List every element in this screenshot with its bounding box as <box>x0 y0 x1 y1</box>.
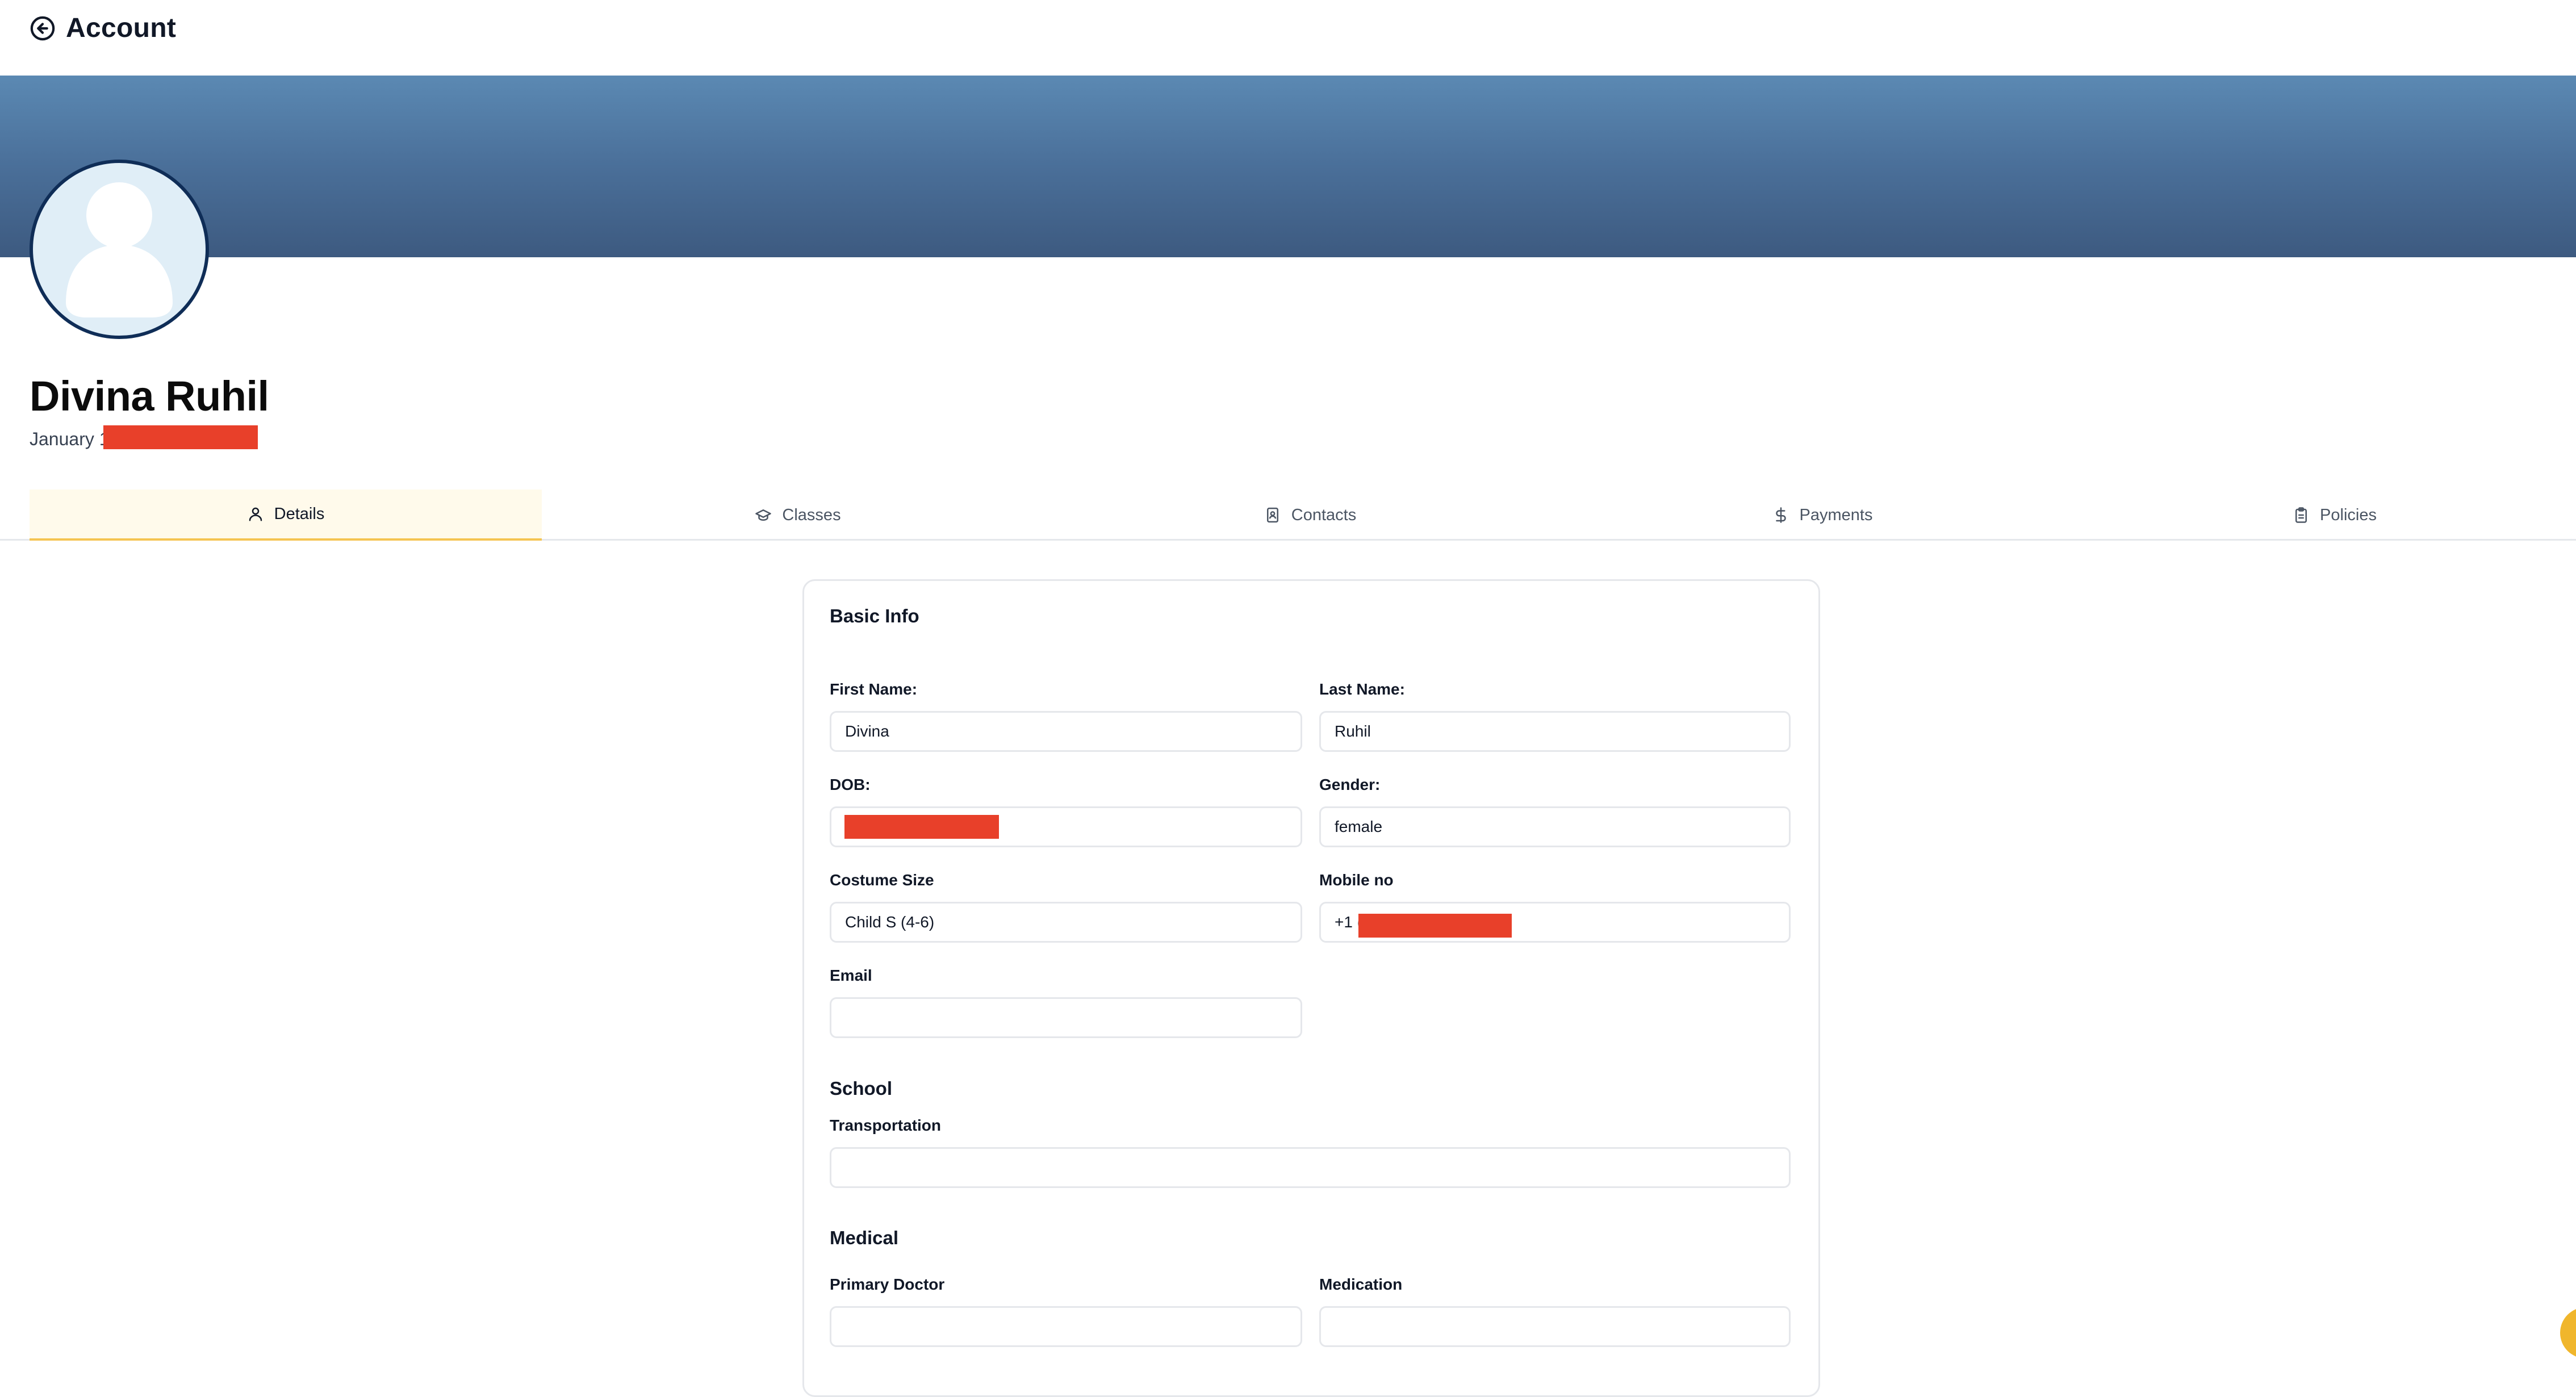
details-card <box>802 579 1820 1397</box>
user-icon <box>249 507 262 521</box>
profile-banner <box>0 76 2576 257</box>
mobile-label: Mobile no <box>1319 871 1394 889</box>
dob-label: DOB: <box>830 776 871 793</box>
tab-label: Contacts <box>1291 505 1357 524</box>
medication-field[interactable] <box>1319 1306 1791 1347</box>
section-title-school: School <box>830 1078 893 1099</box>
primary-doctor-field[interactable] <box>830 1306 1302 1347</box>
tab-label: Classes <box>782 505 841 524</box>
gender-label: Gender: <box>1319 776 1381 793</box>
first-name-field[interactable]: Divina <box>830 711 1302 752</box>
email-field[interactable] <box>830 997 1302 1038</box>
tab-contacts[interactable]: Contacts <box>1054 490 1566 541</box>
contact-book-icon <box>1266 507 1278 523</box>
graduation-cap-icon <box>755 509 772 521</box>
transportation-label: Transportation <box>830 1116 942 1134</box>
section-title-basic-info: Basic Info <box>830 605 919 626</box>
clipboard-icon <box>2295 507 2307 523</box>
costume-size-field[interactable]: Child S (4-6) <box>830 902 1302 943</box>
top-bar <box>0 0 2576 76</box>
tab-label: Policies <box>2320 505 2377 524</box>
tab-classes[interactable]: Classes <box>542 490 1054 541</box>
redaction-block <box>1358 914 1512 938</box>
transportation-field[interactable] <box>830 1147 1791 1188</box>
last-name-field[interactable]: Ruhil <box>1319 711 1791 752</box>
redaction-block <box>103 425 258 449</box>
dollar-icon <box>1775 507 1786 523</box>
chat-widget-button[interactable] <box>2560 1307 2576 1358</box>
tab-label: Payments <box>1799 505 1873 524</box>
first-name-label: First Name: <box>830 680 918 698</box>
last-name-label: Last Name: <box>1319 680 1405 698</box>
profile-dob: January 1 <box>30 429 110 449</box>
costume-size-label: Costume Size <box>830 871 934 889</box>
medication-label: Medication <box>1319 1275 1403 1293</box>
gender-field[interactable]: female <box>1319 806 1791 847</box>
avatar <box>30 160 209 339</box>
tab-policies[interactable]: Policies <box>2079 490 2576 541</box>
tab-details[interactable]: Details <box>30 490 542 541</box>
page-title: Account <box>66 13 177 43</box>
email-label: Email <box>830 967 872 984</box>
tab-payments[interactable]: Payments <box>1566 490 2079 541</box>
section-title-medical: Medical <box>830 1227 899 1248</box>
redaction-block <box>844 815 999 839</box>
arrow-left-circle-icon[interactable] <box>30 15 56 41</box>
tab-label: Details <box>274 504 325 523</box>
profile-name: Divina Ruhil <box>30 373 269 420</box>
user-silhouette-icon <box>66 182 173 317</box>
primary-doctor-label: Primary Doctor <box>830 1275 945 1293</box>
